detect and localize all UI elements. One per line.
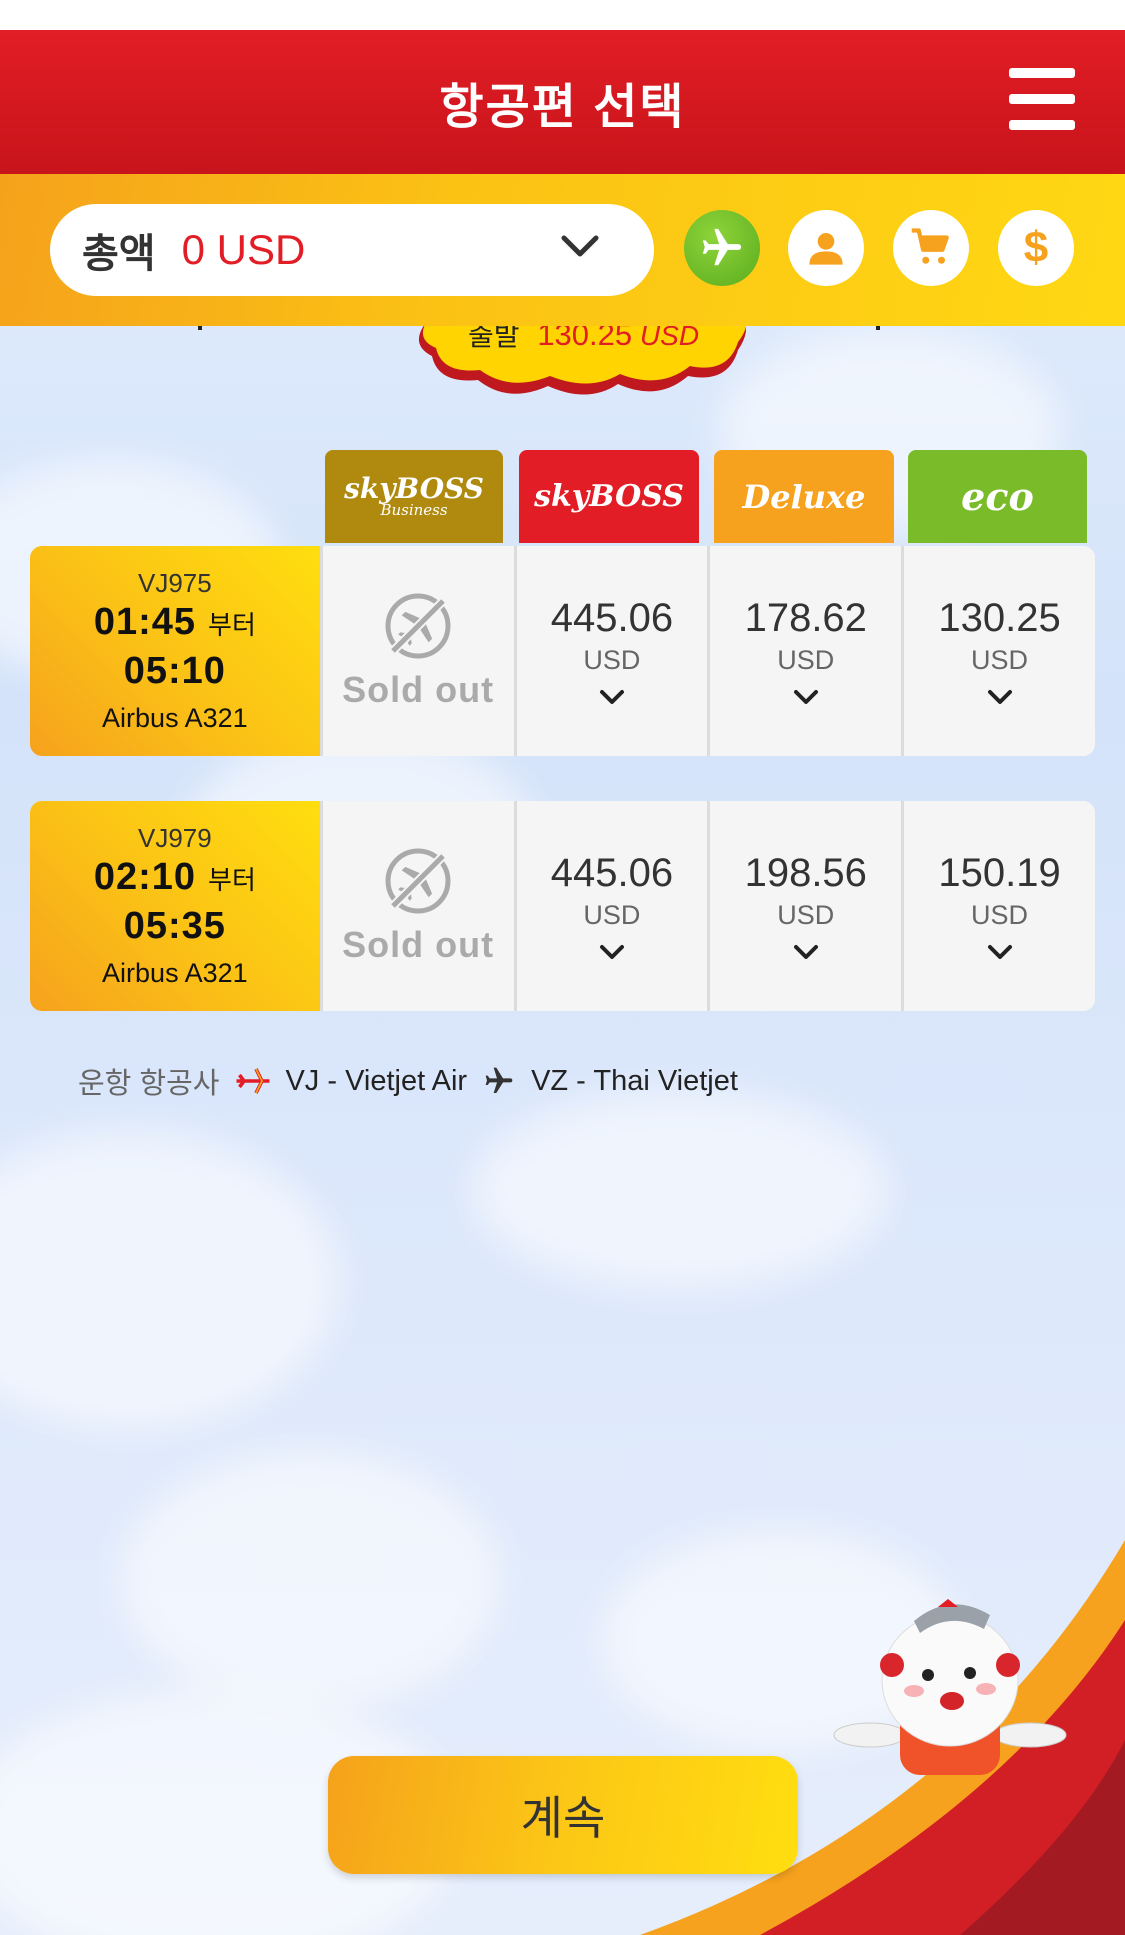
dollar-icon: $ — [1023, 223, 1049, 272]
mascot-image — [833, 1599, 1067, 1775]
passenger-step-button[interactable] — [788, 210, 864, 286]
payment-step-button[interactable]: $ — [998, 210, 1074, 286]
chevron-down-icon — [561, 235, 599, 257]
summary-bar: 총액 0 USD $ — [0, 174, 1125, 326]
cart-step-button[interactable] — [893, 210, 969, 286]
continue-button[interactable]: 계속 — [328, 1756, 798, 1874]
cart-icon — [911, 228, 949, 264]
total-amount-dropdown[interactable]: 총액 0 USD — [50, 204, 654, 296]
continue-label: 계속 — [520, 1792, 606, 1844]
flight-step-button[interactable] — [684, 210, 760, 286]
total-label: 총액 — [82, 232, 156, 276]
airplane-icon — [702, 228, 742, 266]
user-icon — [809, 233, 843, 265]
total-value: 0 USD — [181, 226, 306, 273]
